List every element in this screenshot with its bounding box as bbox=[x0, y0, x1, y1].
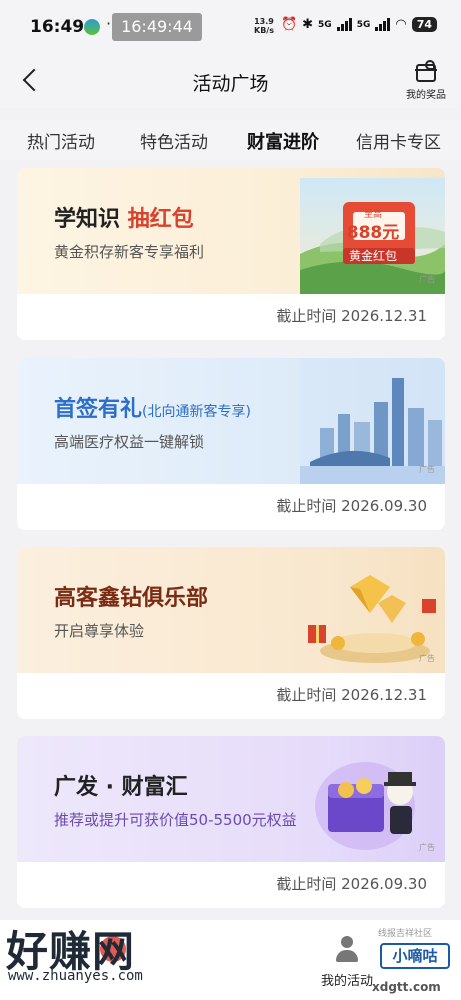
clock-overlay: 16:49:44 bbox=[112, 13, 202, 41]
card-title: 广发 · 财富汇 bbox=[54, 775, 188, 800]
tab-hot-activity[interactable]: 热门活动 bbox=[27, 128, 95, 153]
ad-label: 广告 bbox=[419, 465, 435, 474]
card-deadline: 截止时间 2026.12.31 bbox=[276, 307, 427, 325]
watermark-right-caption: 线报吉祥社区 bbox=[378, 929, 433, 939]
card-title: 学知识 抽红包 bbox=[54, 201, 194, 233]
status-bar: 16:49 ·· 16:49:44 13.9 KB/s ⏰ ✱ 5G 5G ◠ … bbox=[0, 0, 461, 58]
card-banner: 广发 · 财富汇 推荐或提升可获价值50-5500元权益 广告 bbox=[17, 736, 445, 862]
tab-featured-activity[interactable]: 特色活动 bbox=[140, 128, 208, 153]
ad-label: 广告 bbox=[419, 843, 435, 852]
signal-label-2: 5G bbox=[356, 19, 371, 30]
watermark-left-url: www.zhuanyes.com bbox=[8, 968, 143, 984]
card-banner: 首签有礼(北向通新客专享) 高端医疗权益一键解锁 广告 bbox=[17, 358, 445, 484]
card-title: 首签有礼(北向通新客专享) bbox=[54, 391, 251, 423]
card-title-highlight: 抽红包 bbox=[127, 207, 194, 232]
tab-credit-card[interactable]: 信用卡专区 bbox=[356, 128, 441, 153]
card-title-main: 首签有礼 bbox=[54, 397, 143, 422]
card-desc: 黄金积存新客专享福利 bbox=[54, 243, 205, 261]
net-speed-value: 13.9 bbox=[254, 17, 274, 26]
card-title-main: 学知识 bbox=[54, 207, 128, 232]
card-deadline: 截止时间 2026.09.30 bbox=[276, 497, 427, 515]
alarm-icon: ⏰ bbox=[280, 17, 298, 32]
card-desc: 开启尊享体验 bbox=[54, 622, 145, 640]
my-prize-button[interactable]: 我的奖品 bbox=[401, 60, 451, 101]
net-speed: 13.9 KB/s bbox=[254, 17, 274, 35]
app-notification-icon bbox=[84, 19, 100, 35]
activity-card-wealth-hub[interactable]: 广发 · 财富汇 推荐或提升可获价值50-5500元权益 广告 截止时间 202… bbox=[17, 736, 445, 908]
signal-label-1: 5G bbox=[318, 19, 332, 30]
badge-bottom-text: 黄金红包 bbox=[348, 249, 397, 263]
card-desc: 推荐或提升可获价值50-5500元权益 bbox=[54, 811, 297, 829]
card-deadline: 截止时间 2026.09.30 bbox=[276, 875, 427, 893]
ad-label: 广告 bbox=[419, 654, 435, 663]
wifi-icon: ◠ bbox=[395, 17, 407, 32]
badge-amount: 888元 bbox=[346, 223, 400, 243]
person-icon bbox=[335, 936, 359, 962]
activity-card-first-sign[interactable]: 首签有礼(北向通新客专享) 高端医疗权益一键解锁 广告 截止时间 2026.09… bbox=[17, 358, 445, 530]
card-banner: 学知识 抽红包 黄金积存新客专享福利 至高 888元 黄金红包 广告 bbox=[17, 168, 445, 294]
status-time: 16:49 bbox=[30, 17, 85, 37]
net-speed-unit: KB/s bbox=[254, 26, 274, 35]
bluetooth-icon: ✱ bbox=[302, 17, 314, 32]
card-title: 高客鑫钻俱乐部 bbox=[54, 586, 209, 611]
page-header: 活动广场 我的奖品 bbox=[0, 58, 461, 108]
watermark-right-badge: 小嘀咕 bbox=[380, 943, 450, 969]
gift-icon bbox=[415, 60, 437, 82]
battery-icon: 74 bbox=[411, 17, 437, 32]
watermark-right-url: xdgtt.com bbox=[372, 980, 441, 994]
ad-label: 广告 bbox=[419, 275, 435, 284]
card-desc: 高端医疗权益一键解锁 bbox=[54, 433, 205, 451]
activity-card-diamond-club[interactable]: 高客鑫钻俱乐部 开启尊享体验 广告 截止时间 2026.12.31 bbox=[17, 547, 445, 719]
tab-wealth-advance[interactable]: 财富进阶 bbox=[247, 128, 319, 154]
card-banner: 高客鑫钻俱乐部 开启尊享体验 广告 bbox=[17, 547, 445, 673]
signal-bars-icon bbox=[336, 18, 352, 31]
category-tabs: 热门活动 特色活动 财富进阶 信用卡专区 bbox=[0, 120, 461, 160]
card-deadline: 截止时间 2026.12.31 bbox=[276, 686, 427, 704]
card-title-sub: (北向通新客专享) bbox=[142, 404, 251, 420]
activity-card-gold[interactable]: 学知识 抽红包 黄金积存新客专享福利 至高 888元 黄金红包 广告 截止时间 … bbox=[17, 168, 445, 340]
page-title: 活动广场 bbox=[192, 73, 269, 95]
my-prize-label: 我的奖品 bbox=[406, 90, 446, 101]
status-icons: ⏰ ✱ 5G 5G ◠ 74 bbox=[281, 17, 437, 32]
signal-bars-icon bbox=[375, 18, 391, 31]
